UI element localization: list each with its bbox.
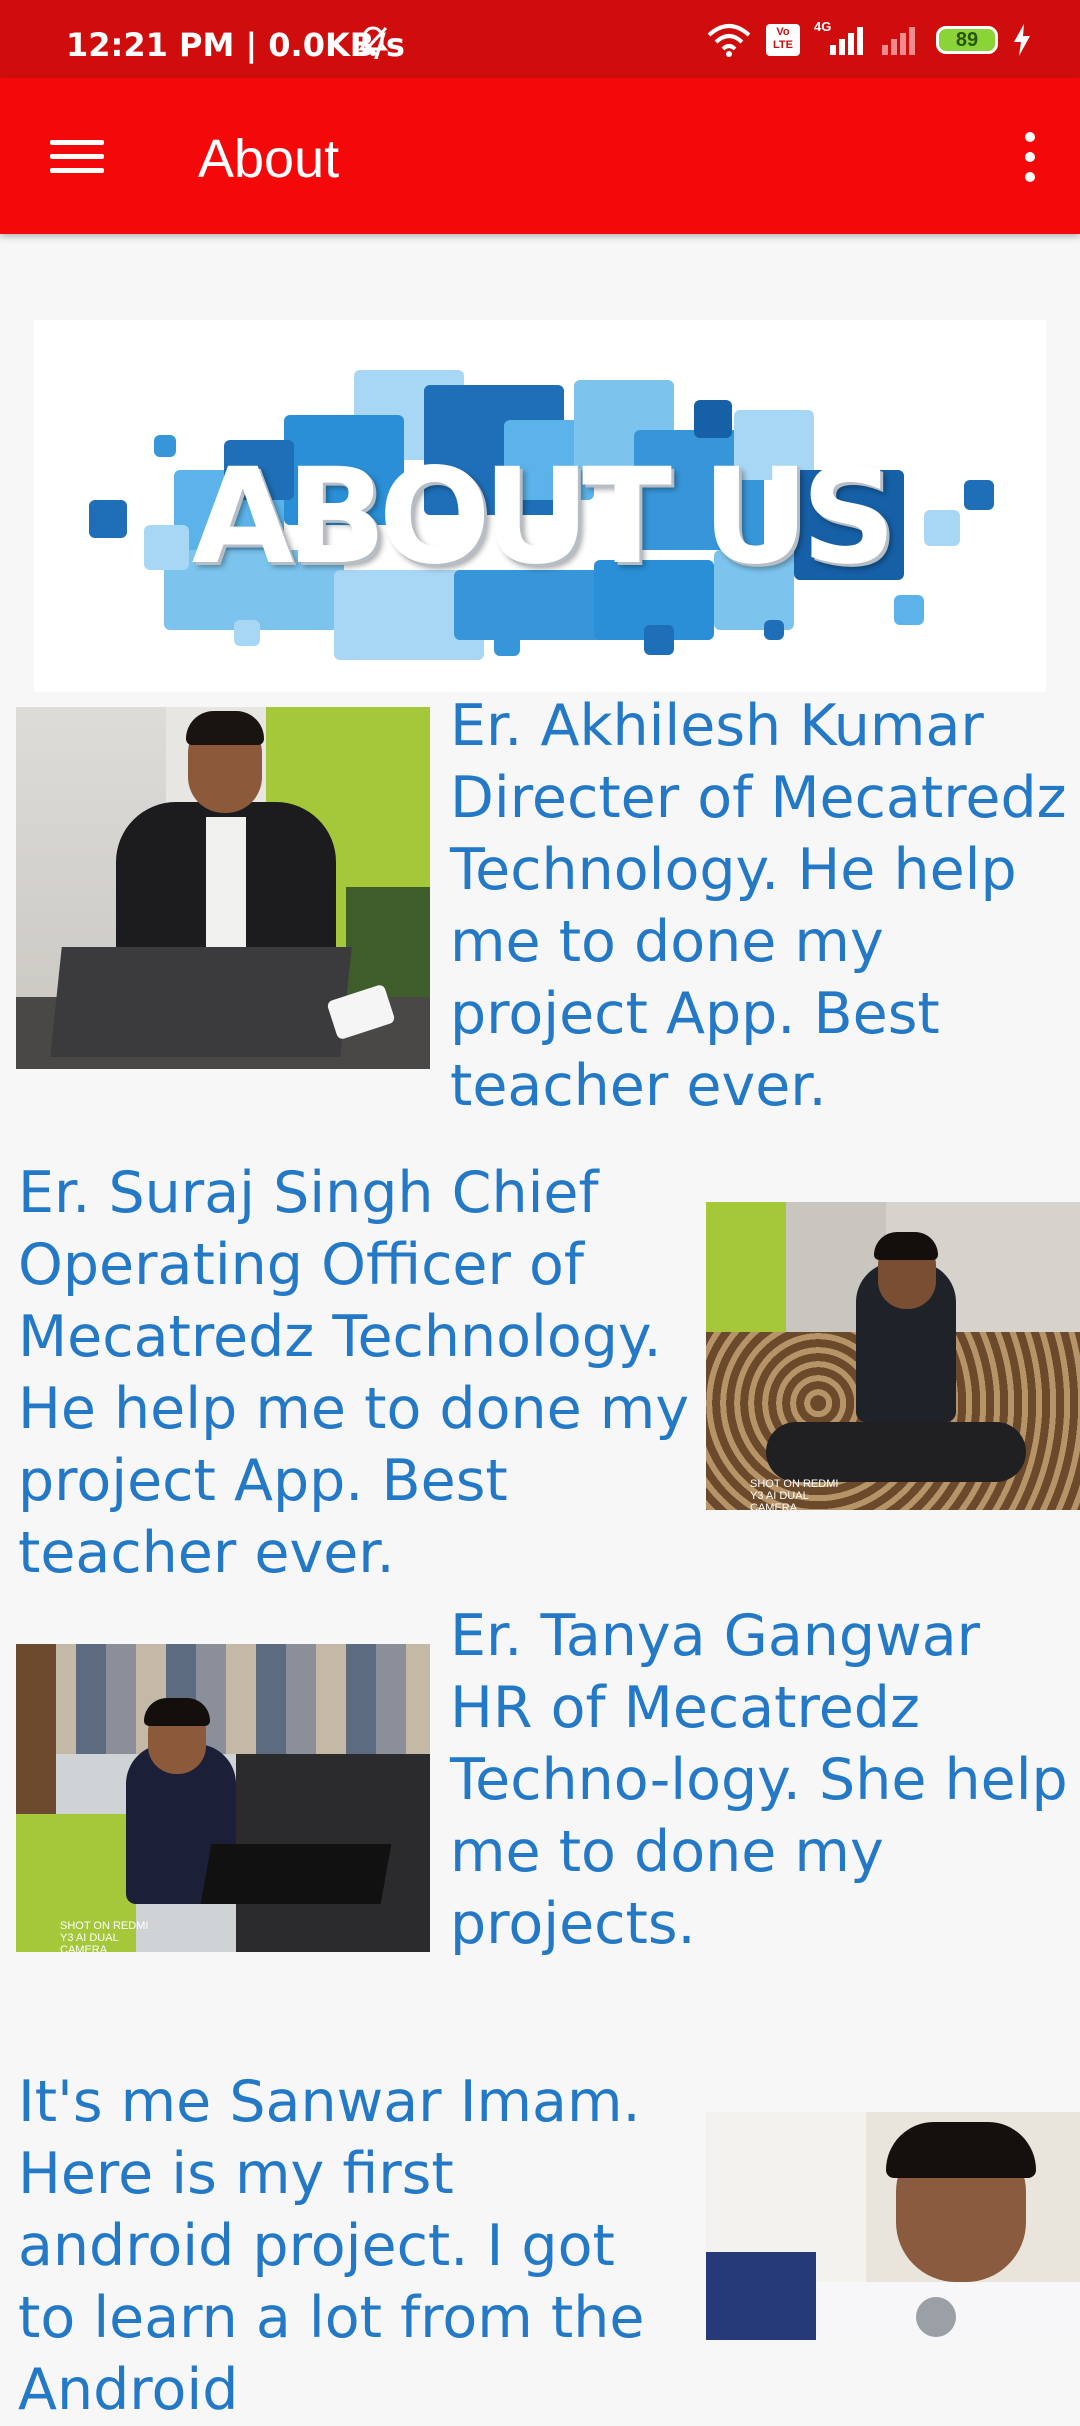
about-us-banner: ABOUT US: [34, 320, 1046, 692]
cellular-signal-icon-2: [878, 23, 922, 57]
status-time: 12:21 PM | 0.0KB/s: [66, 26, 405, 64]
banner-title: ABOUT US: [191, 440, 896, 594]
app-bar: About: [0, 78, 1080, 234]
profile-photo-tanya: SHOT ON REDMI Y3 AI DUAL CAMERA: [16, 1644, 430, 1952]
menu-icon[interactable]: [50, 138, 104, 176]
profile-photo-sanwar: [706, 2112, 1080, 2340]
camera-watermark: SHOT ON REDMI Y3 AI DUAL CAMERA: [60, 1920, 149, 1952]
status-icons: Vo LTE 4G 89: [706, 19, 1032, 58]
battery-indicator: 89: [936, 26, 998, 54]
cellular-signal-icon: 4G: [814, 19, 864, 57]
status-bar: 12:21 PM | 0.0KB/s Vo LTE 4G 89: [0, 0, 1080, 78]
page-title: About: [198, 129, 340, 189]
network-type-label: 4G: [814, 19, 832, 34]
mute-icon: [358, 26, 388, 57]
profile-photo-akhilesh: [16, 707, 430, 1069]
profile-text-akhilesh: Er. Akhilesh Kumar Directer of Mecatredz…: [450, 693, 1067, 1119]
profile-text-sanwar: It's me Sanwar Imam. Here is my first an…: [18, 2069, 645, 2423]
charging-icon: [1014, 24, 1030, 56]
volte-badge: Vo LTE: [766, 24, 800, 56]
camera-watermark: SHOT ON REDMI Y3 AI DUAL CAMERA: [750, 1478, 839, 1510]
wifi-icon: [707, 24, 751, 57]
profile-text-suraj: Er. Suraj Singh Chief Operating Officer …: [18, 1160, 690, 1586]
overflow-menu-icon[interactable]: [1020, 130, 1040, 184]
profile-photo-suraj: SHOT ON REDMI Y3 AI DUAL CAMERA: [706, 1202, 1080, 1510]
profile-text-tanya: Er. Tanya Gangwar HR of Mecatredz Techno…: [450, 1603, 1068, 1957]
